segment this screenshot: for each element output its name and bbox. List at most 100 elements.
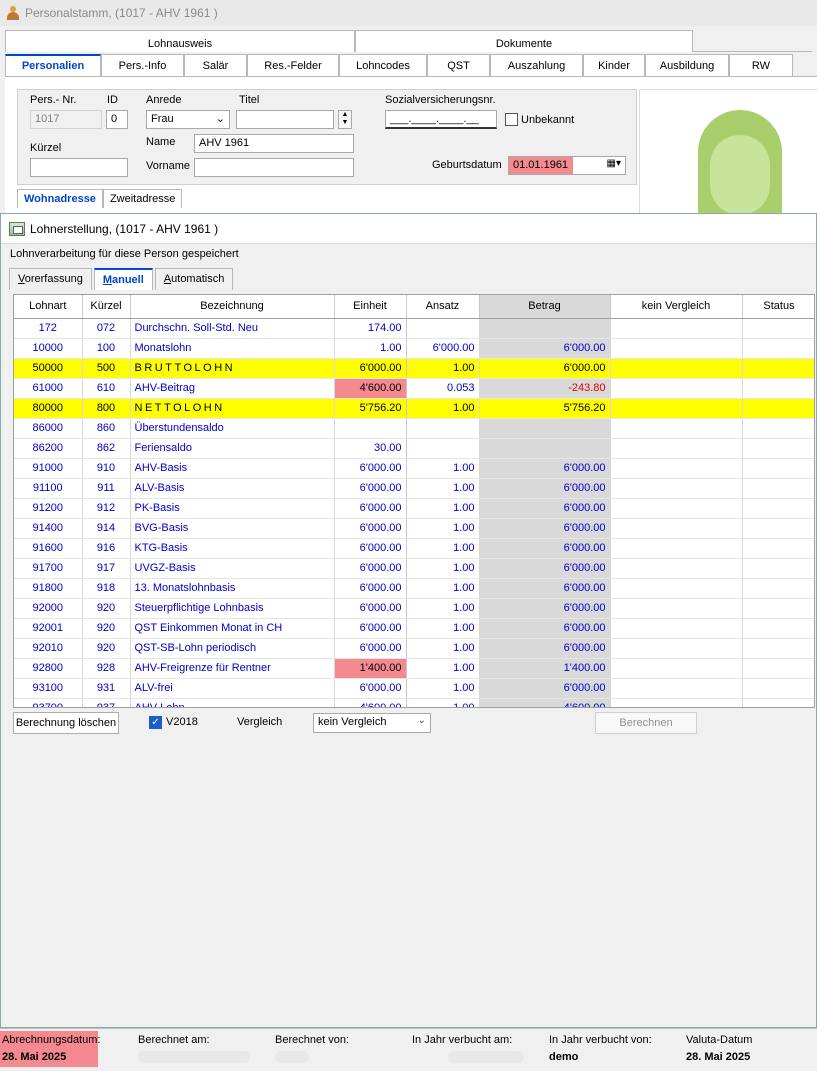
table-row[interactable]: 92001 920 QST Einkommen Monat in CH 6'000.0… xyxy=(14,618,814,639)
titel-spinner[interactable]: ▲ ▼ xyxy=(338,110,352,129)
col-kuerzel[interactable]: Kürzel xyxy=(82,295,131,319)
cell-bezeichnung: Durchschn. Soll-Std. Neu xyxy=(130,318,335,339)
col-vergleich[interactable]: kein Vergleich xyxy=(610,295,743,319)
table-row[interactable]: 92000 920 Steuerpflichtige Lohnbasis 6'000.… xyxy=(14,598,814,619)
titel-field[interactable] xyxy=(236,110,334,129)
lohnarten-grid[interactable]: Lohnart Kürzel Bezeichnung Einheit Ansat… xyxy=(13,294,815,708)
table-row[interactable]: 50000 500 BRUTTOLOHN 6'000.00 1.00 6'000.00 xyxy=(14,358,814,379)
table-row[interactable]: 92010 920 QST-SB-Lohn periodisch 6'000.00 1.… xyxy=(14,638,814,659)
vorname-field[interactable] xyxy=(194,158,354,177)
table-row[interactable]: 86000 860 Überstundensaldo xyxy=(14,418,814,439)
table-row[interactable]: 91600 916 KTG-Basis 6'000.00 1.00 6'000.00 xyxy=(14,538,814,559)
tab-pers-info[interactable]: Pers.-Info xyxy=(101,54,184,76)
tab-rw[interactable]: RW xyxy=(729,54,793,76)
kuerzel-label: Kürzel xyxy=(30,142,62,154)
table-row[interactable]: 61000 610 AHV-Beitrag 4'600.00 0.053 -243.80 xyxy=(14,378,814,399)
berechnung-loeschen-button[interactable]: Berechnung löschen xyxy=(13,712,119,734)
tab-personalien[interactable]: Personalien xyxy=(5,54,101,76)
table-row[interactable]: 93100 931 ALV-frei 6'000.00 1.00 6'000.00 xyxy=(14,678,814,699)
tab-automatisch[interactable]: Automatisch xyxy=(154,268,234,290)
sozvers-field[interactable]: ___.____.____.__ xyxy=(385,110,497,129)
table-row[interactable]: 91200 912 PK-Basis 6'000.00 1.00 6'000.00 xyxy=(14,498,814,519)
id-field[interactable]: 0 xyxy=(106,110,128,129)
tab-dokumente[interactable]: Dokumente xyxy=(355,30,693,52)
cell-status xyxy=(742,378,814,399)
col-lohnart[interactable]: Lohnart xyxy=(14,295,83,319)
tab-vorerfassung[interactable]: Vorerfassung xyxy=(9,268,92,290)
cell-status xyxy=(742,318,814,339)
cell-ansatz: 1.00 xyxy=(406,498,480,519)
cell-betrag: 6'000.00 xyxy=(479,358,611,379)
tab-qst[interactable]: QST xyxy=(427,54,490,76)
cell-lohnart: 92010 xyxy=(14,638,83,659)
vergleich-select[interactable]: kein Vergleich ⌄ xyxy=(313,713,431,733)
cell-ansatz: 1.00 xyxy=(406,558,480,579)
cell-einheit: 174.00 xyxy=(334,318,407,339)
cell-bezeichnung: QST-SB-Lohn periodisch xyxy=(130,638,335,659)
tab-manuell[interactable]: Manuell xyxy=(93,268,153,290)
cell-vergleich xyxy=(610,518,743,539)
col-einheit[interactable]: Einheit xyxy=(334,295,407,319)
unbekannt-checkbox[interactable] xyxy=(505,113,518,126)
cell-kuerzel: 910 xyxy=(82,458,131,479)
tab-auszahlung[interactable]: Auszahlung xyxy=(490,54,583,76)
table-row[interactable]: 10000 100 Monatslohn 1.00 6'000.00 6'000.00 xyxy=(14,338,814,359)
abrechnungsdatum-value: 28. Mai 2025 xyxy=(2,1051,67,1063)
table-row[interactable]: 93700 937 AHV-Lohn 4'600.00 1.00 4'600.00 xyxy=(14,698,814,707)
v2018-label: V2018 xyxy=(166,716,198,728)
table-row[interactable]: 91800 918 13. Monatslohnbasis 6'000.00 1.00 6… xyxy=(14,578,814,599)
cell-status xyxy=(742,498,814,519)
col-bezeichnung[interactable]: Bezeichnung xyxy=(130,295,335,319)
tab-lohncodes[interactable]: Lohncodes xyxy=(339,54,427,76)
cell-lohnart: 86000 xyxy=(14,418,83,439)
table-row[interactable]: 91000 910 AHV-Basis 6'000.00 1.00 6'000.00 xyxy=(14,458,814,479)
cell-bezeichnung: AHV-Beitrag xyxy=(130,378,335,399)
table-row[interactable]: 172 072 Durchschn. Soll-Std. Neu 174.00 xyxy=(14,318,814,339)
tab-manuell-label: anuell xyxy=(112,274,144,286)
cell-bezeichnung: NETTOLOHN xyxy=(130,398,335,419)
geburtsdatum-field[interactable]: 01.01.1961 ▦▾ xyxy=(508,156,626,175)
cell-ansatz xyxy=(406,318,480,339)
action-bar: Berechnung löschen ✓ V2018 Vergleich kei… xyxy=(13,712,813,736)
col-betrag[interactable]: Betrag xyxy=(479,295,611,319)
table-row[interactable]: 80000 800 NETTOLOHN 5'756.20 1.00 5'756.20 xyxy=(14,398,814,419)
cell-einheit: 5'756.20 xyxy=(334,398,407,419)
cell-lohnart: 91700 xyxy=(14,558,83,579)
berechnen-button[interactable]: Berechnen xyxy=(595,712,697,734)
col-status[interactable]: Status xyxy=(742,295,814,319)
calendar-dropdown-icon[interactable]: ▦▾ xyxy=(607,158,621,169)
cell-ansatz: 1.00 xyxy=(406,538,480,559)
cell-status xyxy=(742,438,814,459)
table-row[interactable]: 91400 914 BVG-Basis 6'000.00 1.00 6'000.00 xyxy=(14,518,814,539)
cell-ansatz: 0.053 xyxy=(406,378,480,399)
tab-salaer[interactable]: Salär xyxy=(184,54,247,76)
cell-einheit: 6'000.00 xyxy=(334,558,407,579)
tab-zweitadresse[interactable]: Zweitadresse xyxy=(102,189,183,208)
cell-kuerzel: 914 xyxy=(82,518,131,539)
tab-res-felder[interactable]: Res.-Felder xyxy=(247,54,339,76)
cell-status xyxy=(742,578,814,599)
tab-automatisch-label: utomatisch xyxy=(171,273,225,285)
table-row[interactable]: 92800 928 AHV-Freigrenze für Rentner 1'400.… xyxy=(14,658,814,679)
cell-einheit: 4'600.00 xyxy=(334,698,407,707)
cell-einheit: 6'000.00 xyxy=(334,578,407,599)
v2018-checkbox[interactable]: ✓ xyxy=(149,716,162,729)
cell-ansatz: 1.00 xyxy=(406,658,480,679)
anrede-select[interactable]: Frau ⌄ xyxy=(146,110,230,129)
address-tabs: Wohnadresse Zweitadresse xyxy=(17,189,183,208)
kuerzel-field[interactable] xyxy=(30,158,128,177)
cell-vergleich xyxy=(610,558,743,579)
table-row[interactable]: 91700 917 UVGZ-Basis 6'000.00 1.00 6'000.00 xyxy=(14,558,814,579)
person-photo xyxy=(639,89,817,217)
tab-lohnausweis[interactable]: Lohnausweis xyxy=(5,30,355,52)
tab-ausbildung[interactable]: Ausbildung xyxy=(645,54,729,76)
table-row[interactable]: 91100 911 ALV-Basis 6'000.00 1.00 6'000.00 xyxy=(14,478,814,499)
cell-ansatz xyxy=(406,418,480,439)
cell-betrag xyxy=(479,418,611,439)
tab-wohnadresse[interactable]: Wohnadresse xyxy=(17,189,103,208)
tab-kinder[interactable]: Kinder xyxy=(583,54,645,76)
name-field[interactable]: AHV 1961 xyxy=(194,134,354,153)
cell-kuerzel: 931 xyxy=(82,678,131,699)
table-row[interactable]: 86200 862 Feriensaldo 30.00 xyxy=(14,438,814,459)
col-ansatz[interactable]: Ansatz xyxy=(406,295,480,319)
